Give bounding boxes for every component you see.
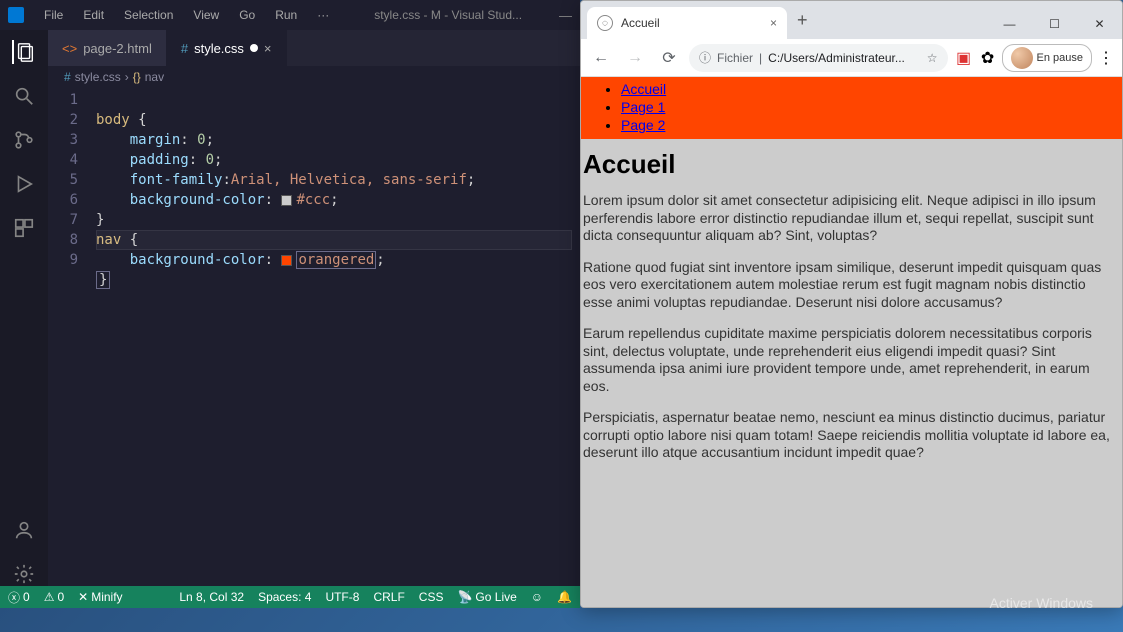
menu-go[interactable]: Go <box>231 6 263 24</box>
line-gutter: 123 456 789 <box>48 90 96 586</box>
addr-path: C:/Users/Administrateur... <box>768 51 921 65</box>
page-paragraph: Perspiciatis, aspernatur beatae nemo, ne… <box>583 409 1118 462</box>
avatar <box>1011 47 1033 69</box>
breadcrumb-file: style.css <box>75 70 121 84</box>
info-icon[interactable]: ⓘ <box>699 49 711 66</box>
settings-gear-icon[interactable] <box>12 562 36 586</box>
window-title: style.css - M - Visual Stud... <box>341 8 555 22</box>
maximize-icon[interactable]: ☐ <box>1032 9 1077 39</box>
status-spaces[interactable]: Spaces: 4 <box>258 590 311 604</box>
page-heading: Accueil <box>583 149 1118 180</box>
editor-tabs: <> page-2.html # style.css × <box>48 30 580 66</box>
activity-bar <box>0 30 48 586</box>
minimize-icon[interactable]: — <box>987 9 1032 39</box>
run-debug-icon[interactable] <box>12 172 36 196</box>
vscode-window: File Edit Selection View Go Run ··· styl… <box>0 0 580 608</box>
profile-chip[interactable]: En pause <box>1002 44 1092 72</box>
page-favicon-icon: ◌ <box>597 15 613 31</box>
back-icon[interactable]: ← <box>587 44 615 72</box>
browser-window: ◌ Accueil × + — ☐ ✕ ← → ⟳ ⓘ Fichier | C:… <box>580 0 1123 608</box>
windows-activation-watermark: Activer Windows <box>990 594 1093 612</box>
explorer-icon[interactable] <box>12 40 36 64</box>
page-paragraph: Earum repellendus cupiditate maxime pers… <box>583 325 1118 395</box>
tab-label: style.css <box>194 41 244 56</box>
page-viewport[interactable]: Accueil Page 1 Page 2 Accueil Lorem ipsu… <box>581 77 1122 607</box>
status-feedback-icon[interactable]: ☺ <box>531 590 543 604</box>
code-content[interactable]: body { margin: 0; padding: 0; font-famil… <box>96 90 580 586</box>
status-minify[interactable]: ✕ Minify <box>78 590 122 604</box>
menu-icon[interactable]: ⋮ <box>1096 48 1116 68</box>
star-icon[interactable]: ☆ <box>927 51 938 65</box>
profile-label: En pause <box>1037 52 1083 64</box>
address-bar[interactable]: ⓘ Fichier | C:/Users/Administrateur... ☆ <box>689 44 948 72</box>
tab-page-2-html[interactable]: <> page-2.html <box>48 30 167 66</box>
code-editor[interactable]: 123 456 789 body { margin: 0; padding: 0… <box>48 88 580 586</box>
extension-icon[interactable]: ▣ <box>954 48 974 68</box>
menu-overflow[interactable]: ··· <box>309 6 337 24</box>
breadcrumb-symbol: nav <box>145 70 164 84</box>
minimize-icon[interactable]: — <box>559 8 572 23</box>
status-go-live[interactable]: 📡 Go Live <box>457 590 516 604</box>
status-eol[interactable]: CRLF <box>373 590 404 604</box>
brackets-icon: {} <box>133 70 141 84</box>
close-icon[interactable]: ✕ <box>1077 9 1122 39</box>
status-bell-icon[interactable]: 🔔 <box>557 590 572 604</box>
tab-style-css[interactable]: # style.css × <box>167 30 287 66</box>
close-icon[interactable]: × <box>770 16 777 30</box>
css-file-icon: # <box>64 70 71 84</box>
html-file-icon: <> <box>62 41 77 56</box>
nav-link[interactable]: Page 2 <box>621 117 665 133</box>
nav-link[interactable]: Accueil <box>621 81 666 97</box>
browser-titlebar: ◌ Accueil × + — ☐ ✕ <box>581 1 1122 39</box>
chevron-right-icon: › <box>125 70 129 84</box>
source-control-icon[interactable] <box>12 128 36 152</box>
accounts-icon[interactable] <box>12 518 36 542</box>
css-file-icon: # <box>181 41 188 56</box>
menu-run[interactable]: Run <box>267 6 305 24</box>
status-ln-col[interactable]: Ln 8, Col 32 <box>179 590 244 604</box>
menu-selection[interactable]: Selection <box>116 6 181 24</box>
addr-scheme: Fichier <box>717 51 753 65</box>
reload-icon[interactable]: ⟳ <box>655 44 683 72</box>
breadcrumb[interactable]: # style.css › {} nav <box>48 66 580 88</box>
page-nav: Accueil Page 1 Page 2 <box>581 77 1122 139</box>
close-icon[interactable]: × <box>264 41 272 56</box>
new-tab-button[interactable]: + <box>787 10 818 31</box>
status-bar: ⓧ 0 ⚠ 0 ✕ Minify Ln 8, Col 32 Spaces: 4 … <box>0 586 580 608</box>
menu-edit[interactable]: Edit <box>75 6 112 24</box>
search-icon[interactable] <box>12 84 36 108</box>
extensions-icon[interactable] <box>12 216 36 240</box>
menu-file[interactable]: File <box>36 6 71 24</box>
browser-toolbar: ← → ⟳ ⓘ Fichier | C:/Users/Administrateu… <box>581 39 1122 77</box>
status-warnings[interactable]: ⚠ 0 <box>44 590 64 604</box>
page-paragraph: Ratione quod fugiat sint inventore ipsam… <box>583 259 1118 312</box>
status-errors[interactable]: ⓧ 0 <box>8 589 30 606</box>
nav-link[interactable]: Page 1 <box>621 99 665 115</box>
titlebar: File Edit Selection View Go Run ··· styl… <box>0 0 580 30</box>
menu-view[interactable]: View <box>185 6 227 24</box>
forward-icon[interactable]: → <box>621 44 649 72</box>
status-lang[interactable]: CSS <box>419 590 444 604</box>
page-paragraph: Lorem ipsum dolor sit amet consectetur a… <box>583 192 1118 245</box>
status-encoding[interactable]: UTF-8 <box>325 590 359 604</box>
browser-tab[interactable]: ◌ Accueil × <box>587 7 787 39</box>
extension-icon[interactable]: ✿ <box>978 48 998 68</box>
vscode-logo-icon <box>8 7 24 23</box>
tab-dirty-icon <box>250 44 258 52</box>
tab-label: page-2.html <box>83 41 152 56</box>
browser-tab-title: Accueil <box>621 16 762 30</box>
